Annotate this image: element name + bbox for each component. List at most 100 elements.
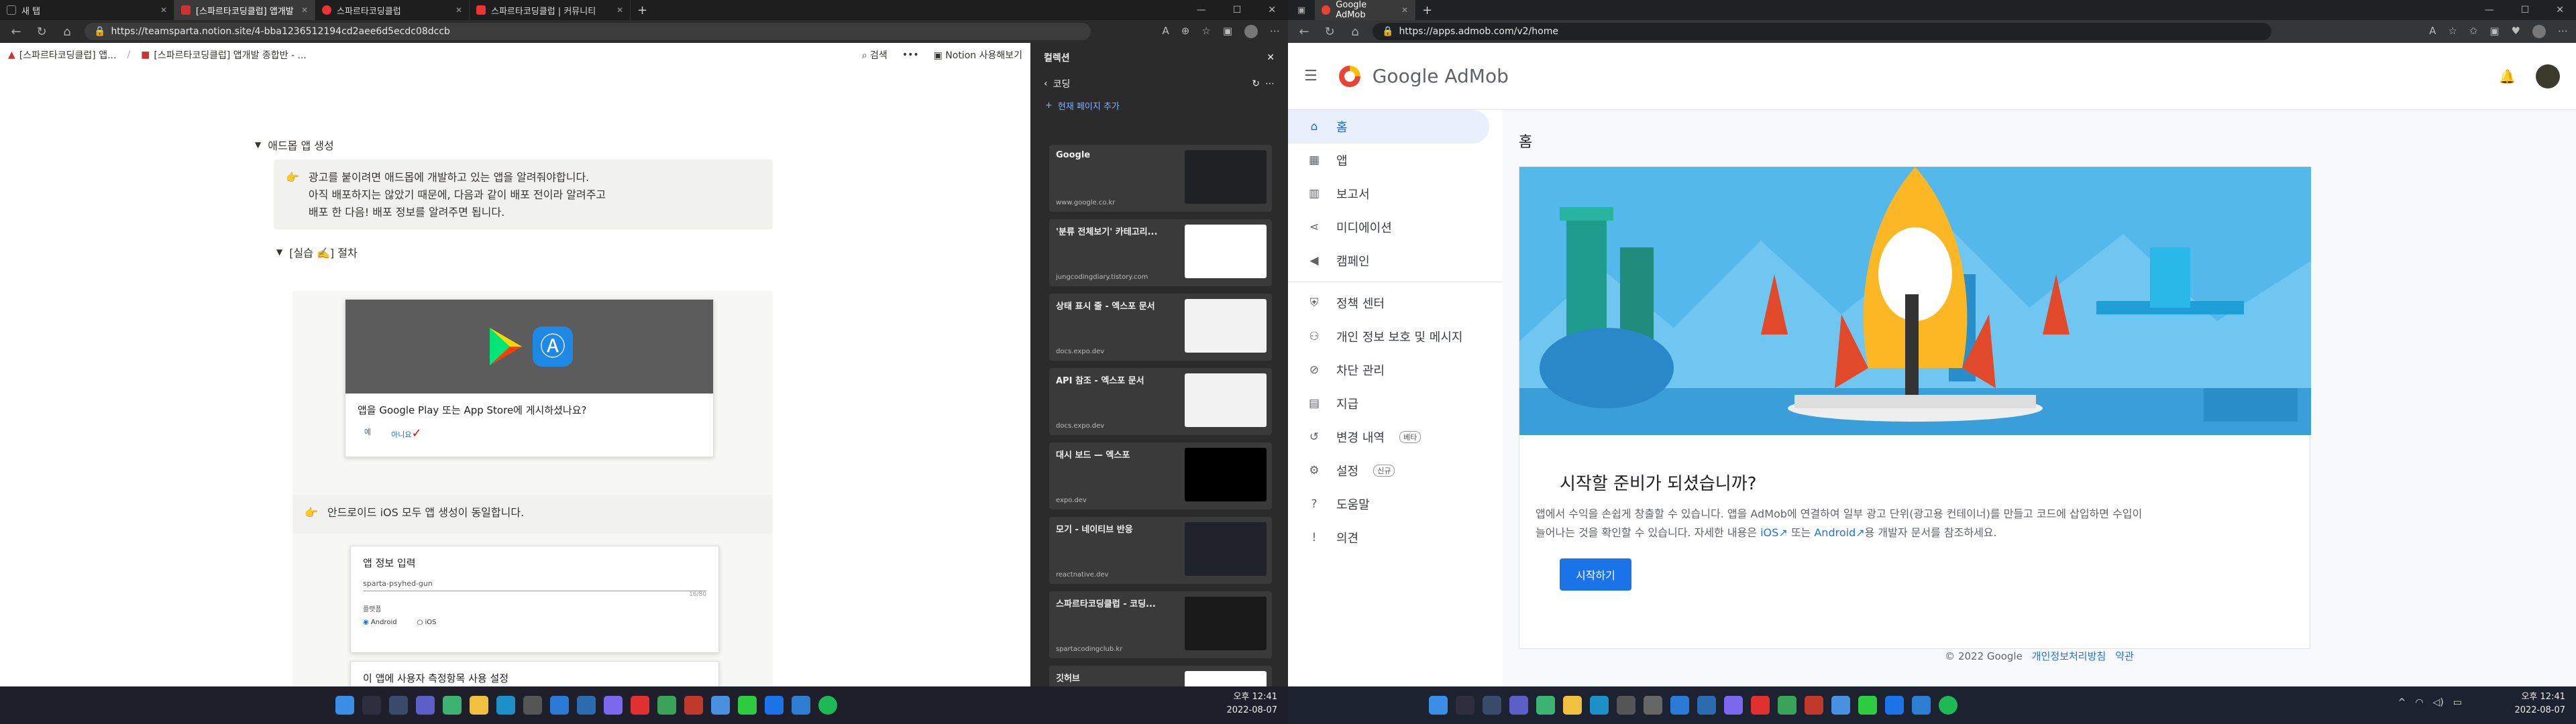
app-icon[interactable]: [1617, 696, 1635, 715]
close-window-icon[interactable]: ✕: [1268, 5, 1276, 15]
battery-icon[interactable]: ▭: [2453, 697, 2462, 708]
chat-icon[interactable]: [1509, 696, 1528, 715]
radio-ios[interactable]: ○ iOS: [417, 619, 437, 626]
nav-item-mediation[interactable]: ⋖ 미디에이션: [1288, 210, 1489, 244]
search-button[interactable]: ⌕ 검색: [862, 48, 888, 62]
collections-icon[interactable]: ▣: [2489, 25, 2499, 38]
more-icon[interactable]: ⋯: [1270, 25, 1280, 38]
back-icon[interactable]: ←: [8, 25, 24, 39]
tab-admob[interactable]: Google AdMob ✕: [1315, 0, 1415, 20]
collection-item[interactable]: API 참조 - 엑스포 문서 docs.expo.dev: [1049, 368, 1272, 435]
minimize-icon[interactable]: —: [1197, 5, 1206, 15]
start-icon[interactable]: [335, 696, 354, 715]
more-icon[interactable]: •••: [902, 50, 919, 60]
spotify-icon[interactable]: [1939, 696, 1957, 715]
chevron-left-icon[interactable]: ‹: [1044, 78, 1048, 89]
vscode-icon[interactable]: [1912, 696, 1931, 715]
add-current-page-button[interactable]: + 현재 페이지 추가: [1030, 95, 1288, 115]
extensions-icon[interactable]: ♥: [2512, 25, 2520, 38]
address-bar[interactable]: 🔒 https://teamsparta.notion.site/4-bba123…: [85, 23, 1091, 40]
collection-item[interactable]: 모기 - 네이티브 반응 reactnative.dev: [1049, 517, 1272, 584]
tab-actions-icon[interactable]: ▣: [1288, 5, 1315, 15]
profile-avatar[interactable]: [1244, 25, 1258, 38]
refresh-icon[interactable]: ↻: [34, 25, 50, 39]
app-icon[interactable]: [765, 696, 784, 715]
nav-item-apps[interactable]: ▦ 앱: [1288, 143, 1489, 177]
toggle-triangle-icon[interactable]: ▼: [276, 247, 282, 257]
profile-avatar[interactable]: [2532, 25, 2546, 38]
close-window-icon[interactable]: ✕: [2556, 5, 2564, 15]
app-icon[interactable]: [657, 696, 676, 715]
explorer-icon[interactable]: [470, 696, 488, 715]
tab-sparta[interactable]: 스파르타코딩클럽 ✕: [315, 0, 470, 20]
nav-item-campaign[interactable]: ◀ 캠페인: [1288, 244, 1489, 278]
explorer-icon[interactable]: [1563, 696, 1582, 715]
home-icon[interactable]: ⌂: [59, 25, 75, 39]
more-icon[interactable]: ⋯: [1265, 78, 1275, 89]
collection-item[interactable]: Google www.google.co.kr: [1049, 145, 1272, 212]
nav-item-privacy[interactable]: ⚇ 개인 정보 보호 및 메시지: [1288, 320, 1489, 353]
app-icon[interactable]: [604, 696, 623, 715]
app-icon[interactable]: [1805, 696, 1823, 715]
try-notion-button[interactable]: ▣ Notion 사용해보기: [934, 48, 1022, 62]
close-icon[interactable]: ✕: [455, 5, 462, 15]
ios-docs-link[interactable]: iOS: [1760, 526, 1778, 539]
app-icon[interactable]: [1697, 696, 1716, 715]
breadcrumb-item[interactable]: [스파르타코딩클럽] 앱개발 종합반 - ...: [154, 48, 306, 62]
android-docs-link[interactable]: Android: [1814, 526, 1856, 539]
nav-item-shield[interactable]: ⛨ 정책 센터: [1288, 286, 1489, 320]
app-name-field[interactable]: sparta-psyhed-gun: [363, 579, 706, 591]
nav-item-settings[interactable]: ⚙ 설정 신규: [1288, 454, 1489, 487]
account-avatar[interactable]: [2536, 64, 2560, 88]
start-icon[interactable]: [1429, 696, 1448, 715]
minimize-icon[interactable]: —: [2485, 5, 2494, 15]
clock[interactable]: 오후 12:41 2022-08-07: [1226, 690, 1277, 717]
wifi-icon[interactable]: ◠: [2415, 697, 2423, 708]
breadcrumb-item[interactable]: [스파르타코딩클럽] 앱...: [19, 48, 117, 62]
sync-icon[interactable]: ↻: [1252, 78, 1260, 89]
read-aloud-icon[interactable]: A: [1163, 25, 1169, 38]
menu-icon[interactable]: ☰: [1304, 68, 1318, 84]
tab-new[interactable]: 새 탭 ✕: [0, 0, 174, 20]
collection-item[interactable]: 대시 보드 — 엑스포 expo.dev: [1049, 442, 1272, 509]
close-icon[interactable]: ✕: [1401, 5, 1408, 15]
maximize-icon[interactable]: ☐: [1233, 5, 1242, 15]
nav-item-feedback[interactable]: ! 의견: [1288, 521, 1489, 554]
new-tab-button[interactable]: +: [1415, 3, 1439, 17]
close-icon[interactable]: ✕: [1267, 52, 1275, 63]
terms-link[interactable]: 약관: [2115, 650, 2134, 662]
nav-item-history[interactable]: ↺ 변경 내역 베타: [1288, 420, 1489, 454]
chat-icon[interactable]: [416, 696, 435, 715]
refresh-icon[interactable]: ↻: [1322, 25, 1338, 39]
collection-item[interactable]: 상태 표시 줄 - 엑스포 문서 docs.expo.dev: [1049, 294, 1272, 361]
app-icon[interactable]: [1670, 696, 1689, 715]
spotify-icon[interactable]: [818, 696, 837, 715]
nav-item-reports[interactable]: ▥ 보고서: [1288, 177, 1489, 210]
new-tab-button[interactable]: +: [631, 3, 654, 17]
youtube-icon[interactable]: [1751, 696, 1770, 715]
volume-icon[interactable]: ◁): [2433, 697, 2444, 708]
app-icon[interactable]: [1778, 696, 1796, 715]
toggle-triangle-icon[interactable]: ▼: [255, 140, 261, 149]
admob-logo[interactable]: Google AdMob: [1336, 63, 1509, 90]
nav-item-help[interactable]: ? 도움말: [1288, 487, 1489, 521]
app-icon[interactable]: [1536, 696, 1555, 715]
app-icon[interactable]: [523, 696, 542, 715]
collection-item[interactable]: '분류 전체보기' 카테고리... jungcodingdiary.tistory…: [1049, 219, 1272, 286]
app-icon[interactable]: [550, 696, 569, 715]
tab-notion[interactable]: [스파르타코딩클럽] 앱개발 종합반 ✕: [174, 0, 315, 20]
option-yes[interactable]: 예: [364, 426, 371, 440]
search-icon[interactable]: [1456, 696, 1474, 715]
app-icon[interactable]: [1724, 696, 1743, 715]
nav-item-block[interactable]: ⊘ 차단 관리: [1288, 353, 1489, 387]
taskview-icon[interactable]: [389, 696, 408, 715]
app-icon[interactable]: [738, 696, 757, 715]
get-started-button[interactable]: 시작하기: [1560, 558, 1631, 591]
privacy-link[interactable]: 개인정보처리방침: [2032, 650, 2106, 662]
maximize-icon[interactable]: ☐: [2521, 5, 2530, 15]
option-no[interactable]: 아니요✓: [391, 426, 421, 440]
clock[interactable]: 오후 12:41 2022-08-07: [2514, 690, 2565, 717]
app-icon[interactable]: [684, 696, 703, 715]
app-icon[interactable]: [443, 696, 462, 715]
app-icon[interactable]: [1858, 696, 1877, 715]
